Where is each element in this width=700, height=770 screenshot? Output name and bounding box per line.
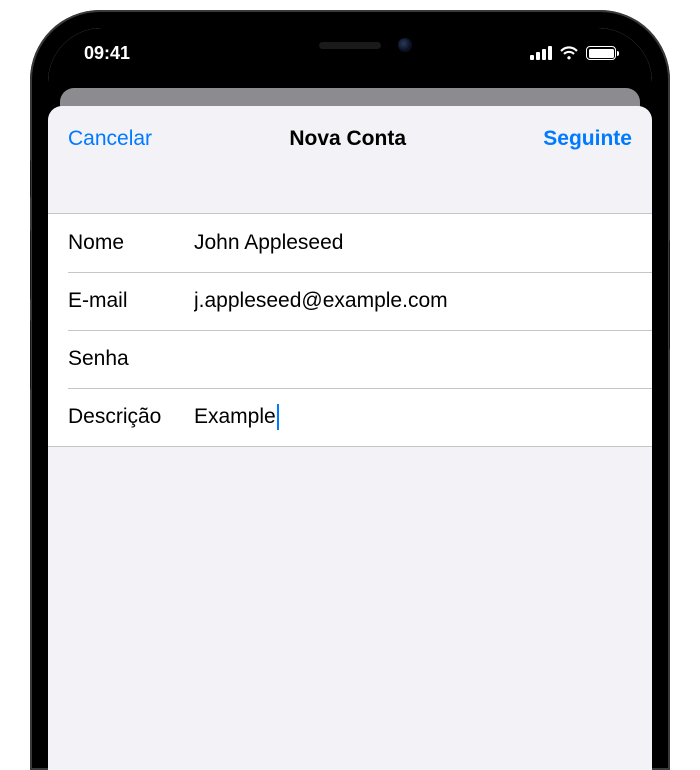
screen: 09:41 Cancelar Nova Conta Seguinte: [48, 28, 652, 770]
battery-icon: [586, 46, 616, 60]
description-input-wrapper[interactable]: Example: [194, 404, 632, 430]
speaker-grille: [319, 42, 381, 49]
sheet-header: Cancelar Nova Conta Seguinte: [48, 106, 652, 214]
next-button[interactable]: Seguinte: [543, 126, 632, 151]
account-form: Nome E-mail Senha Descrição Exam: [48, 214, 652, 446]
email-label: E-mail: [68, 289, 194, 313]
volume-up-button: [30, 230, 31, 300]
sheet-title: Nova Conta: [289, 126, 406, 151]
volume-down-button: [30, 320, 31, 390]
description-row[interactable]: Descrição Example: [48, 388, 652, 446]
cellular-signal-icon: [530, 46, 552, 60]
name-row[interactable]: Nome: [48, 214, 652, 272]
description-label: Descrição: [68, 405, 194, 429]
card-stack: Cancelar Nova Conta Seguinte Nome E-mail…: [48, 78, 652, 770]
cancel-button[interactable]: Cancelar: [68, 126, 152, 151]
sheet-background: [48, 447, 652, 770]
front-camera: [398, 38, 412, 52]
name-label: Nome: [68, 231, 194, 255]
email-row[interactable]: E-mail: [48, 272, 652, 330]
password-row[interactable]: Senha: [48, 330, 652, 388]
new-account-sheet: Cancelar Nova Conta Seguinte Nome E-mail…: [48, 106, 652, 770]
status-time: 09:41: [84, 43, 130, 64]
power-button: [669, 240, 670, 350]
email-input[interactable]: [194, 289, 632, 313]
password-input[interactable]: [194, 347, 632, 371]
status-indicators: [530, 46, 616, 60]
name-input[interactable]: [194, 231, 632, 255]
notch: [230, 28, 470, 62]
wifi-icon: [559, 46, 579, 60]
text-cursor: [277, 404, 279, 430]
password-label: Senha: [68, 347, 194, 371]
iphone-device-frame: 09:41 Cancelar Nova Conta Seguinte: [30, 10, 670, 770]
mute-switch: [30, 160, 31, 198]
description-input[interactable]: Example: [194, 405, 276, 429]
